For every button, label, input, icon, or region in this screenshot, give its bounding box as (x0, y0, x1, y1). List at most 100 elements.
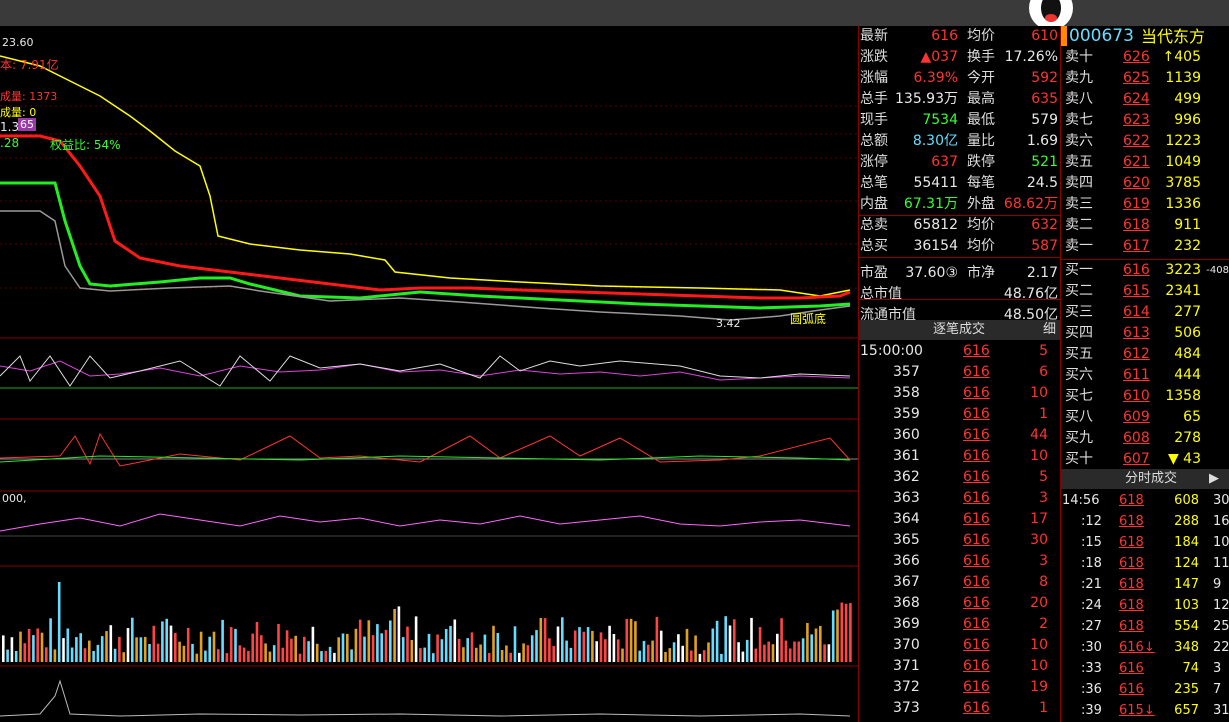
intraday-row[interactable]: :27 618 554 25 (1061, 616, 1229, 637)
tick-row[interactable]: 361 616 10 (859, 446, 1060, 467)
ask-level[interactable]: 卖九 625 1139 (1061, 68, 1229, 89)
tick-price: 616 (963, 385, 990, 401)
intraday-row[interactable]: 14:56 618 608 30 (1061, 490, 1229, 511)
tick-detail-button[interactable]: 细 (1043, 320, 1056, 340)
intraday-row[interactable]: :24 618 103 12 (1061, 595, 1229, 616)
volume-bar (423, 647, 426, 662)
bid-level[interactable]: 买四 613 506 (1061, 323, 1229, 344)
ask-level[interactable]: 卖一 617 232 (1061, 236, 1229, 257)
intraday-row[interactable]: :33 616 74 3 (1061, 658, 1229, 679)
volume-bar (19, 631, 22, 662)
volume-bar (801, 638, 805, 662)
tick-time: 364 (893, 511, 920, 527)
intraday-price: 618 (1119, 598, 1144, 613)
tick-row[interactable]: 368 616 20 (859, 593, 1060, 614)
tick-row[interactable]: 359 616 1 (859, 404, 1060, 425)
intraday-row[interactable]: :18 618 124 11 (1061, 553, 1229, 574)
bid-volume: 3223 (1165, 262, 1201, 278)
intraday-count: 10 (1213, 535, 1229, 550)
volume-bar (819, 625, 822, 662)
tick-row[interactable]: 360 616 44 (859, 425, 1060, 446)
ask-level[interactable]: 卖六 622 1223 (1061, 131, 1229, 152)
tick-price: 616 (963, 637, 990, 653)
quote-value-2: 579 (1031, 112, 1058, 128)
ma-gray-line (0, 210, 851, 321)
tick-row[interactable]: 369 616 2 (859, 614, 1060, 635)
tick-row[interactable]: 364 616 17 (859, 509, 1060, 530)
intraday-price: 618 (1119, 619, 1144, 634)
bid-level[interactable]: 买十 607 ▼ 43 (1061, 449, 1229, 470)
bid-label: 买二 (1065, 283, 1093, 299)
intraday-row[interactable]: :12 618 288 16 (1061, 511, 1229, 532)
tick-row[interactable]: 362 616 5 (859, 467, 1060, 488)
tick-title[interactable]: 逐笔成交 (933, 320, 985, 340)
volume-bar (612, 634, 616, 662)
ask-level[interactable]: 卖五 621 1049 (1061, 152, 1229, 173)
tick-price: 616 (963, 574, 990, 590)
tick-row[interactable]: 371 616 10 (859, 656, 1060, 677)
intraday-volume: 184 (1174, 535, 1199, 550)
bid-level[interactable]: 买一 616 3223 -408 (1061, 260, 1229, 281)
tick-time: 370 (893, 637, 920, 653)
ask-level[interactable]: 卖三 619 1336 (1061, 194, 1229, 215)
expand-arrow-icon[interactable]: ▶ (1209, 469, 1219, 489)
volume-bar (487, 653, 491, 662)
bid-level[interactable]: 买九 608 278 (1061, 428, 1229, 449)
tick-row[interactable]: 363 616 3 (859, 488, 1060, 509)
volume-bar (66, 628, 70, 662)
bid-level[interactable]: 买七 610 1358 (1061, 386, 1229, 407)
volume-bar (191, 643, 194, 662)
quote-row: 涨停 637 跌停 521 (859, 152, 1060, 173)
tick-row[interactable]: 15:00:00 616 5 (859, 341, 1060, 362)
ask-level[interactable]: 卖七 623 996 (1061, 110, 1229, 131)
ask-level[interactable]: 卖十 626 ↑405 (1061, 47, 1229, 68)
tick-row[interactable]: 372 616 19 (859, 677, 1060, 698)
bid-level[interactable]: 买二 615 2341 (1061, 281, 1229, 302)
quote-value: 37.60③ (905, 265, 958, 281)
tick-row[interactable]: 358 616 10 (859, 383, 1060, 404)
intraday-row[interactable]: :36 616 235 7 (1061, 679, 1229, 700)
intraday-row[interactable]: :21 618 147 9 (1061, 574, 1229, 595)
panel4-label: 000, (2, 492, 27, 505)
volume-bar (470, 632, 474, 662)
ask-level[interactable]: 卖二 618 911 (1061, 215, 1229, 236)
volume-bar (449, 625, 452, 662)
volume-bar (131, 617, 134, 662)
bid-level[interactable]: 买三 614 277 (1061, 302, 1229, 323)
volume-bar (324, 650, 328, 662)
volume-bar (651, 640, 654, 662)
tick-row[interactable]: 365 616 30 (859, 530, 1060, 551)
quote-value: 65812 (913, 217, 958, 233)
volume-bar (453, 619, 457, 662)
bid-level[interactable]: 买八 609 65 (1061, 407, 1229, 428)
volume-bar (268, 651, 272, 662)
tick-volume: 30 (1030, 532, 1048, 548)
tick-row[interactable]: 370 616 10 (859, 635, 1060, 656)
intraday-title[interactable]: 分时成交 (1125, 469, 1177, 489)
volume-bar (79, 633, 82, 662)
kline-chart-area[interactable]: 23.60 本: 7.91亿 成量: 1373 成量: 0 1.386 65 .… (0, 26, 859, 722)
bid-level[interactable]: 买五 612 484 (1061, 344, 1229, 365)
tick-row[interactable]: 367 616 8 (859, 572, 1060, 593)
tick-volume: 3 (1039, 553, 1048, 569)
intraday-row[interactable]: :30 616↓ 348 22 (1061, 637, 1229, 658)
tick-row[interactable]: 373 616 1 (859, 698, 1060, 719)
intraday-row[interactable]: :39 615↓ 657 31 (1061, 700, 1229, 721)
volume-bar (401, 637, 405, 662)
tick-row[interactable]: 357 616 6 (859, 362, 1060, 383)
volume-bar (212, 631, 216, 662)
bid-volume: 1358 (1165, 388, 1201, 404)
ask-level[interactable]: 卖四 620 3785 (1061, 173, 1229, 194)
quote-row: 总笔 55411 每笔 24.5 (859, 173, 1060, 194)
volume-bar (728, 625, 732, 662)
quote-label-2: 市净 (967, 265, 995, 281)
volume-bar (393, 609, 396, 662)
intraday-count: 7 (1213, 682, 1222, 697)
tick-row[interactable]: 366 616 3 (859, 551, 1060, 572)
ask-level[interactable]: 卖八 624 499 (1061, 89, 1229, 110)
intraday-row[interactable]: :15 618 184 10 (1061, 532, 1229, 553)
bid-volume: 484 (1174, 346, 1201, 362)
bid-level[interactable]: 买六 611 444 (1061, 365, 1229, 386)
qq-penguin-icon[interactable] (1026, 0, 1076, 26)
price-top-label: 23.60 (2, 36, 34, 49)
